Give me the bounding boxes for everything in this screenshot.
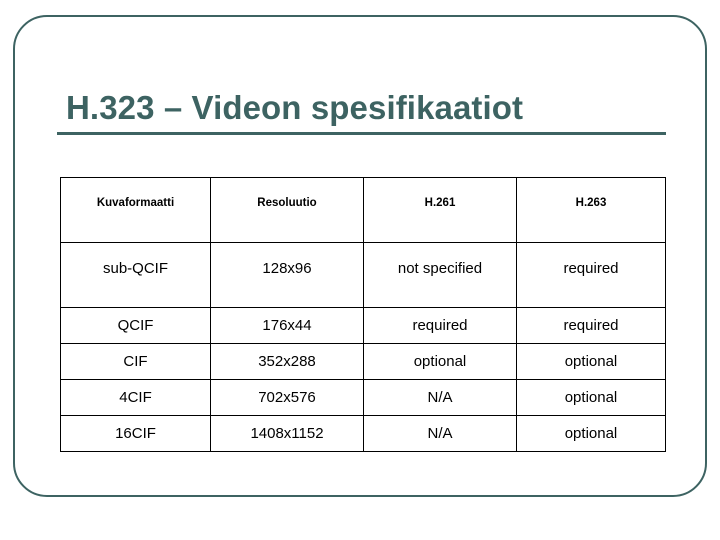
column-header-kuvaformaatti: Kuvaformaatti	[60, 177, 211, 243]
table-row: CIF 352x288 optional optional	[60, 343, 666, 380]
cell-h261: not specified	[363, 242, 517, 308]
page-title: H.323 – Videon spesifikaatiot	[66, 89, 524, 126]
cell-h261: optional	[363, 343, 517, 380]
table-body: sub-QCIF 128x96 not specified required Q…	[60, 242, 666, 452]
cell-h261: N/A	[363, 415, 517, 452]
column-header-h263: H.263	[516, 177, 666, 243]
column-header-resoluutio: Resoluutio	[210, 177, 364, 243]
cell-resolution: 702x576	[210, 379, 364, 416]
slide-canvas: H.323 – Videon spesifikaatiot Kuvaformaa…	[0, 0, 720, 540]
cell-h263: optional	[516, 415, 666, 452]
cell-format: 16CIF	[60, 415, 211, 452]
cell-h261: required	[363, 307, 517, 344]
table-header: Kuvaformaatti Resoluutio H.261 H.263	[60, 177, 666, 243]
column-header-h261: H.261	[363, 177, 517, 243]
table-header-row: Kuvaformaatti Resoluutio H.261 H.263	[60, 177, 666, 243]
cell-resolution: 128x96	[210, 242, 364, 308]
cell-h263: required	[516, 242, 666, 308]
cell-resolution: 1408x1152	[210, 415, 364, 452]
cell-format: 4CIF	[60, 379, 211, 416]
cell-format: QCIF	[60, 307, 211, 344]
video-spec-table-container: Kuvaformaatti Resoluutio H.261 H.263 sub…	[60, 177, 666, 452]
cell-resolution: 176x44	[210, 307, 364, 344]
cell-format: sub-QCIF	[60, 242, 211, 308]
cell-format: CIF	[60, 343, 211, 380]
cell-h263: required	[516, 307, 666, 344]
table-row: 4CIF 702x576 N/A optional	[60, 379, 666, 416]
cell-resolution: 352x288	[210, 343, 364, 380]
cell-h261: N/A	[363, 379, 517, 416]
title-underline-rule	[57, 132, 666, 135]
title-block: H.323 – Videon spesifikaatiot	[57, 88, 666, 128]
table-row: QCIF 176x44 required required	[60, 307, 666, 344]
cell-h263: optional	[516, 379, 666, 416]
table-row: 16CIF 1408x1152 N/A optional	[60, 415, 666, 452]
video-spec-table: Kuvaformaatti Resoluutio H.261 H.263 sub…	[60, 177, 666, 452]
table-row: sub-QCIF 128x96 not specified required	[60, 242, 666, 308]
cell-h263: optional	[516, 343, 666, 380]
